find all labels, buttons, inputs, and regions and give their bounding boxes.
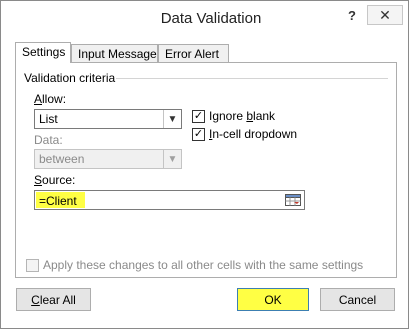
data-select[interactable]: between ▼ xyxy=(34,149,182,169)
tab-settings[interactable]: Settings xyxy=(15,42,71,63)
validation-criteria-heading: Validation criteria xyxy=(24,71,116,85)
chevron-down-icon: ▼ xyxy=(163,150,181,168)
in-cell-dropdown-checkbox[interactable]: ✓ In-cell dropdown xyxy=(192,127,297,141)
data-select-value: between xyxy=(39,152,85,166)
apply-all-checkbox[interactable]: Apply these changes to all other cells w… xyxy=(26,258,363,272)
tab-settings-label: Settings xyxy=(22,45,66,59)
chevron-down-icon: ▼ xyxy=(163,110,181,128)
source-input[interactable]: =Client xyxy=(34,190,305,210)
cancel-button[interactable]: Cancel xyxy=(320,288,395,311)
title-bar: Data Validation ? ✕ xyxy=(1,1,408,35)
close-icon: ✕ xyxy=(379,6,391,23)
ignore-blank-check-icon: ✓ xyxy=(192,109,205,123)
apply-all-label: Apply these changes to all other cells w… xyxy=(43,258,364,272)
ignore-blank-label: Ignore blank xyxy=(209,109,276,123)
clear-all-button[interactable]: Clear All xyxy=(16,288,91,311)
source-value: =Client xyxy=(39,194,77,208)
ok-button[interactable]: OK xyxy=(237,288,309,311)
allow-label: Allow: xyxy=(34,92,67,106)
collapse-dialog-icon xyxy=(285,194,301,206)
allow-select[interactable]: List ▼ xyxy=(34,109,182,129)
allow-select-value: List xyxy=(39,112,58,126)
source-label: Source: xyxy=(34,173,76,187)
clear-all-label: Clear All xyxy=(31,292,76,307)
range-selector-button[interactable] xyxy=(283,192,303,208)
ignore-blank-checkbox[interactable]: ✓ Ignore blank xyxy=(192,109,275,123)
close-button[interactable]: ✕ xyxy=(367,5,403,25)
data-validation-dialog: Data Validation ? ✕ Settings Input Messa… xyxy=(0,0,409,329)
tab-input-message[interactable]: Input Message xyxy=(71,44,158,62)
settings-panel: Validation criteria Allow: List ▼ ✓ Igno… xyxy=(15,62,397,278)
apply-all-check-box xyxy=(26,258,39,272)
data-label: Data: xyxy=(34,133,63,147)
tab-error-alert[interactable]: Error Alert xyxy=(158,44,229,62)
tab-error-alert-label: Error Alert xyxy=(165,47,220,61)
help-button[interactable]: ? xyxy=(341,5,363,25)
group-divider xyxy=(116,78,388,79)
tab-input-message-label: Input Message xyxy=(78,47,157,61)
ok-label: OK xyxy=(264,292,282,307)
in-cell-dropdown-check-icon: ✓ xyxy=(192,127,205,141)
cancel-label: Cancel xyxy=(338,292,377,307)
in-cell-dropdown-label: In-cell dropdown xyxy=(209,127,298,141)
